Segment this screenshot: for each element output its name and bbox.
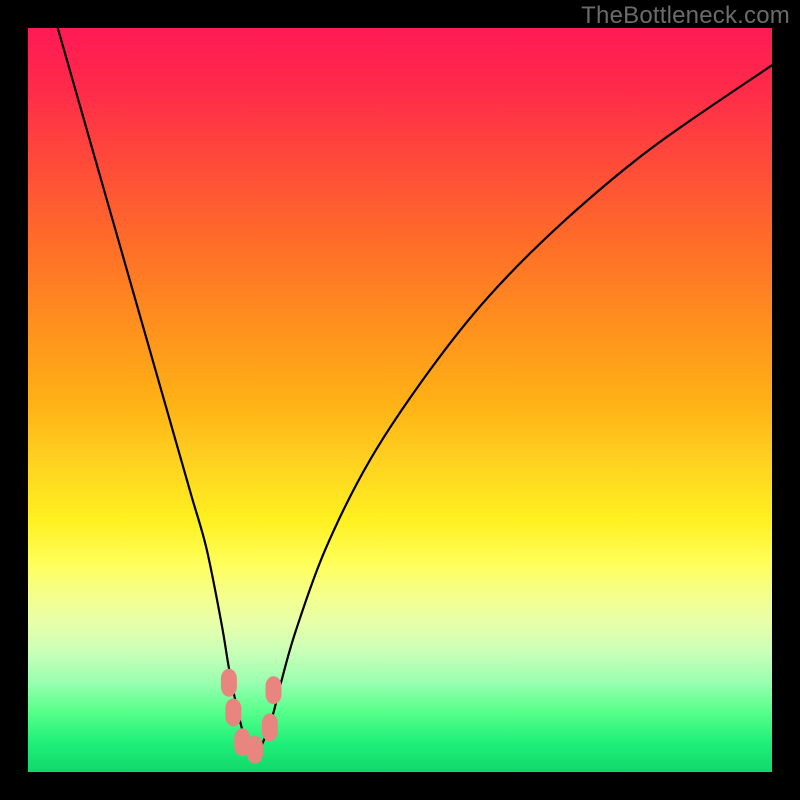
left-marker-1	[221, 669, 237, 697]
chart-container: TheBottleneck.com	[0, 0, 800, 800]
bottom-marker-2	[247, 736, 263, 764]
right-marker-2	[266, 676, 282, 704]
right-marker-1	[262, 713, 278, 741]
curve-layer	[28, 28, 772, 772]
left-marker-2	[225, 698, 241, 726]
watermark-text: TheBottleneck.com	[581, 2, 790, 30]
bottleneck-curve	[58, 28, 772, 752]
plot-area	[28, 28, 772, 772]
curve-markers	[221, 669, 282, 764]
